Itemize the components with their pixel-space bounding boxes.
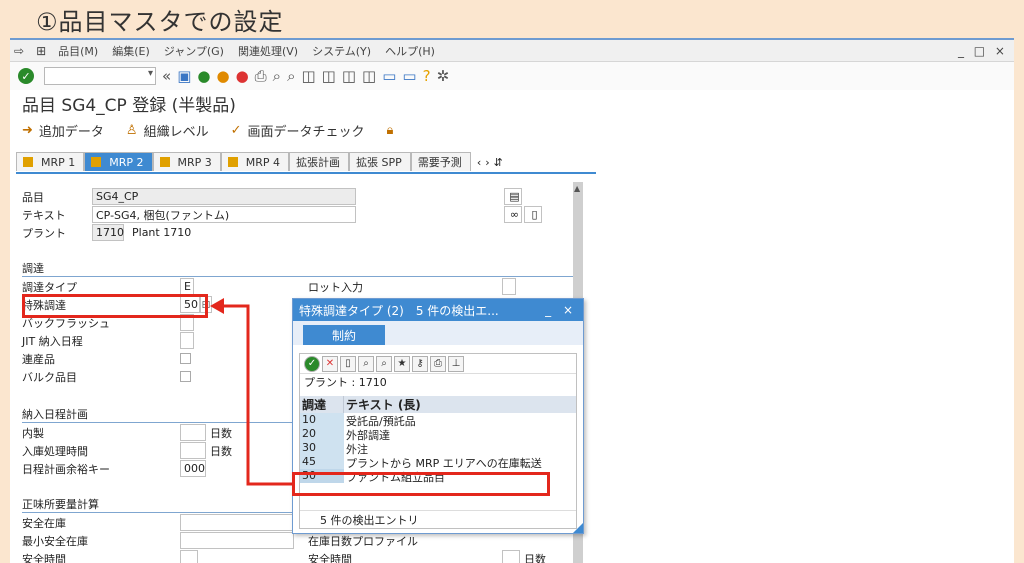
sum-icon[interactable]: ⊥ bbox=[448, 355, 464, 372]
find-next-icon[interactable]: ⌕ bbox=[376, 355, 392, 372]
tab-restrictions[interactable]: 制約 bbox=[303, 325, 385, 345]
dialog-titlebar: 特殊調達タイプ (2) 5 件の検出エ... _ × bbox=[293, 299, 583, 321]
table-row[interactable]: 30 外注 bbox=[300, 441, 576, 455]
row-text: 受託品/預託品 bbox=[346, 415, 416, 427]
row-code: 20 bbox=[300, 427, 344, 441]
find-icon[interactable]: ⌕ bbox=[358, 355, 374, 372]
cancel-icon[interactable]: ✕ bbox=[322, 355, 338, 372]
value-help-dialog: 特殊調達タイプ (2) 5 件の検出エ... _ × 制約 ✓ ✕ ▯ ⌕ ⌕ … bbox=[292, 298, 584, 534]
row-text: 外注 bbox=[346, 443, 368, 455]
row-50-highlight bbox=[292, 472, 550, 496]
print-icon[interactable]: ⎙ bbox=[430, 355, 446, 372]
dialog-title: 特殊調達タイプ (2) 5 件の検出エ... bbox=[299, 303, 499, 318]
dialog-tabstrip: 制約 bbox=[293, 321, 583, 345]
row-code: 30 bbox=[300, 441, 344, 455]
dialog-plant-line: プラント : 1710 bbox=[304, 376, 387, 389]
row-code: 10 bbox=[300, 413, 344, 427]
row-text: プラントから MRP エリアへの在庫転送 bbox=[346, 457, 542, 469]
result-grid: 調達 テキスト (長) 10 受託品/預託品 20 外部調達 30 外注 45 bbox=[300, 396, 576, 483]
col-proc-header[interactable]: 調達 bbox=[300, 396, 344, 413]
new-entry-icon[interactable]: ▯ bbox=[340, 355, 356, 372]
continue-icon[interactable]: ✓ bbox=[304, 355, 320, 372]
row-text: 外部調達 bbox=[346, 429, 390, 441]
table-row[interactable]: 20 外部調達 bbox=[300, 427, 576, 441]
grid-header: 調達 テキスト (長) bbox=[300, 396, 576, 413]
add-favorite-icon[interactable]: ★ bbox=[394, 355, 410, 372]
sap-window: ⇨ ⊞ 品目(M) 編集(E) ジャンプ(G) 関連処理(V) システム(Y) … bbox=[10, 38, 1014, 563]
slide-caption: ①品目マスタでの設定 bbox=[36, 8, 284, 36]
table-row[interactable]: 45 プラントから MRP エリアへの在庫転送 bbox=[300, 455, 576, 469]
dialog-footer: 5 件の検出エントリ bbox=[300, 510, 576, 528]
resize-handle[interactable] bbox=[573, 523, 583, 533]
col-text-header[interactable]: テキスト (長) bbox=[344, 396, 576, 413]
dialog-close-controls[interactable]: _ × bbox=[545, 303, 577, 317]
dialog-toolbar: ✓ ✕ ▯ ⌕ ⌕ ★ ⚷ ⎙ ⊥ bbox=[300, 354, 576, 374]
key-icon[interactable]: ⚷ bbox=[412, 355, 428, 372]
table-row[interactable]: 10 受託品/預託品 bbox=[300, 413, 576, 427]
row-code: 45 bbox=[300, 455, 344, 469]
dialog-body: ✓ ✕ ▯ ⌕ ⌕ ★ ⚷ ⎙ ⊥ プラント : 1710 調達 テキスト (長… bbox=[299, 353, 577, 529]
